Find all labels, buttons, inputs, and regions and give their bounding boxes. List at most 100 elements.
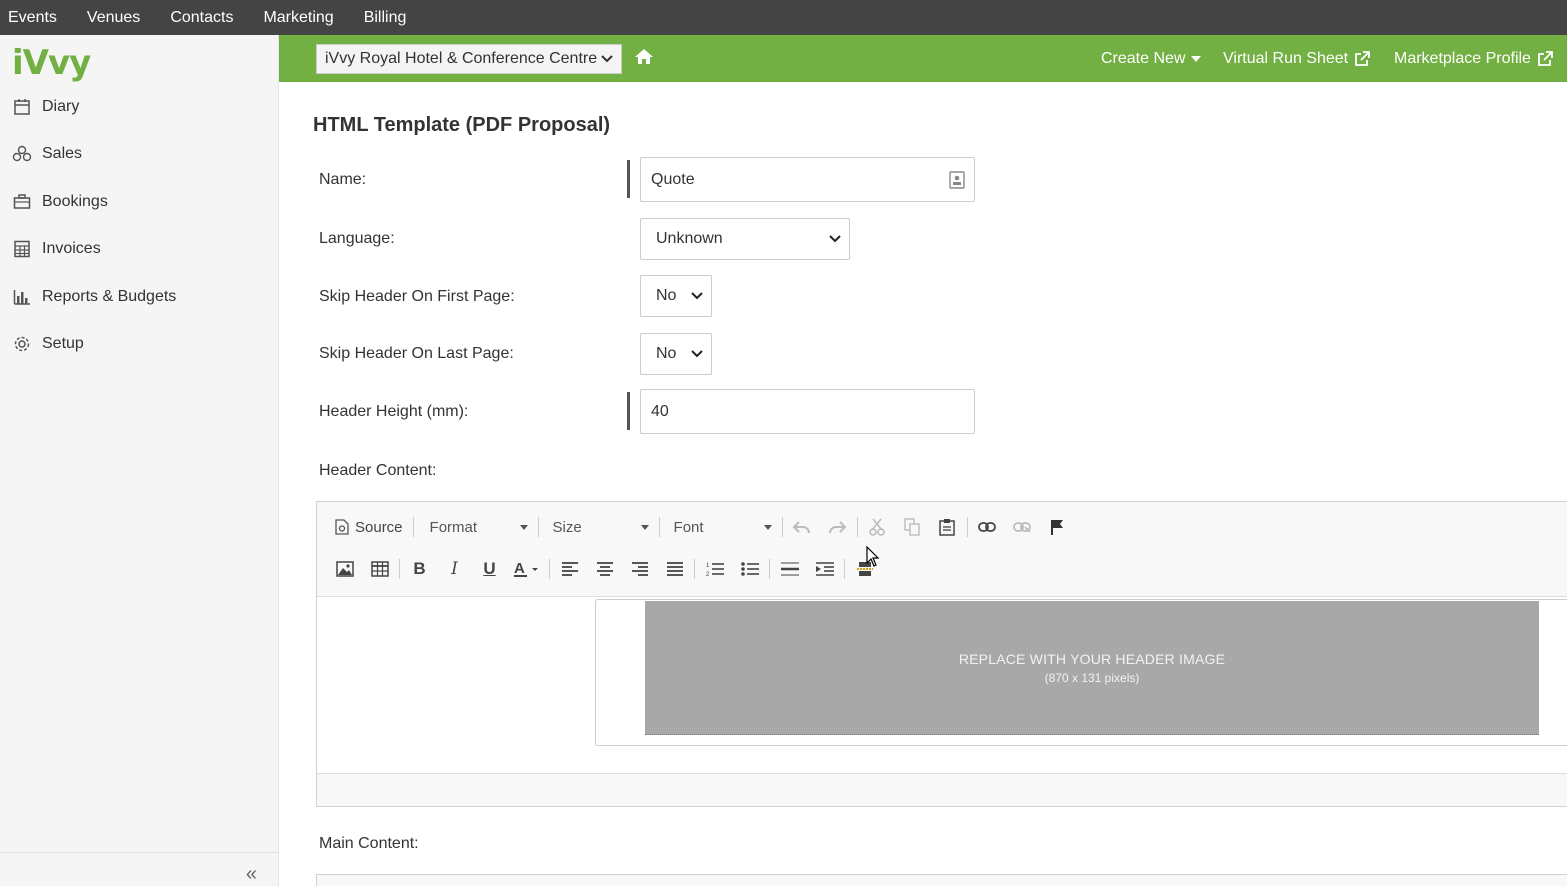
skip-header-last-select[interactable]: No [640,333,712,375]
italic-icon: I [451,559,458,579]
header-image-placeholder[interactable]: REPLACE WITH YOUR HEADER IMAGE (870 x 13… [645,601,1539,735]
horizontal-rule-icon [781,561,799,577]
toolbar-separator [659,517,660,537]
link-button[interactable] [970,512,1005,542]
nav-contacts[interactable]: Contacts [155,0,248,35]
top-navigation: Events Venues Contacts Marketing Billing [0,0,1567,35]
font-label: Font [674,519,704,536]
venue-select[interactable]: iVvy Royal Hotel & Conference Centre [316,44,622,74]
source-label: Source [355,519,403,536]
header-content-edit-area[interactable]: REPLACE WITH YOUR HEADER IMAGE (870 x 13… [317,596,1567,774]
caret-down-icon [520,525,528,530]
sidebar-item-setup[interactable]: Setup [12,329,84,359]
skip-last-label: Skip Header On Last Page: [319,345,514,363]
main-content-editor [316,874,1567,886]
image-button[interactable] [327,554,362,584]
toolbar-separator [967,517,968,537]
create-new-dropdown[interactable]: Create New [1101,35,1201,82]
redo-icon [828,520,846,534]
skip-last-value: No [656,345,676,363]
header-height-field[interactable]: 40 [640,389,975,434]
size-label: Size [553,519,582,536]
name-field[interactable]: Quote [640,157,975,202]
skip-first-label: Skip Header On First Page: [319,288,515,306]
placeholder-dimensions: (870 x 131 pixels) [1045,671,1140,685]
horizontal-rule-button[interactable] [772,554,807,584]
sidebar-item-bookings[interactable]: Bookings [12,187,108,217]
unlink-button[interactable] [1005,512,1040,542]
calculator-icon [12,239,32,259]
nav-events[interactable]: Events [0,0,72,35]
align-center-icon [597,562,613,576]
table-button[interactable] [362,554,397,584]
source-icon [335,519,349,535]
external-link-icon [1537,51,1553,67]
sales-icon [12,144,32,164]
name-field-value: Quote [651,171,695,189]
ivvy-logo[interactable]: iVvy [12,43,90,83]
format-label: Format [430,519,478,536]
nav-billing[interactable]: Billing [349,0,422,35]
undo-icon [793,520,811,534]
sidebar-item-label: Sales [42,145,82,163]
bullet-list-button[interactable] [732,554,767,584]
virtual-run-sheet-link[interactable]: Virtual Run Sheet [1223,35,1370,82]
create-new-label: Create New [1101,37,1185,81]
sidebar-item-reports-budgets[interactable]: Reports & Budgets [12,282,176,312]
size-combo[interactable]: Size [541,513,657,541]
bold-button[interactable]: B [402,554,437,584]
toolbar-separator [857,517,858,537]
align-left-button[interactable] [552,554,587,584]
underline-button[interactable]: U [472,554,507,584]
redo-button[interactable] [820,512,855,542]
toolbar-separator [694,559,695,579]
flag-icon [1050,519,1064,535]
language-select-value: Unknown [656,230,723,248]
gear-icon [12,334,32,354]
venue-bar: iVvy Royal Hotel & Conference Centre Cre… [279,35,1567,82]
editor-toolbar-row-1: Source Format Size Font [317,507,1075,547]
font-combo[interactable]: Font [662,513,780,541]
italic-button[interactable]: I [437,554,472,584]
sidebar-collapse-bar: « [0,852,279,886]
image-icon [336,561,354,577]
anchor-button[interactable] [1040,512,1075,542]
copy-button[interactable] [895,512,930,542]
language-select[interactable]: Unknown [640,218,850,260]
format-combo[interactable]: Format [416,513,536,541]
toolbar-separator [399,559,400,579]
skip-header-first-select[interactable]: No [640,275,712,317]
indent-button[interactable] [807,554,842,584]
paste-icon [939,518,955,536]
briefcase-icon [12,192,32,212]
align-center-button[interactable] [587,554,622,584]
mouse-cursor-icon [866,546,880,568]
placeholder-title: REPLACE WITH YOUR HEADER IMAGE [959,651,1225,667]
toolbar-separator [782,517,783,537]
marketplace-profile-link[interactable]: Marketplace Profile [1394,35,1553,82]
undo-button[interactable] [785,512,820,542]
marketplace-label: Marketplace Profile [1394,37,1531,81]
align-right-button[interactable] [622,554,657,584]
nav-marketing[interactable]: Marketing [248,0,348,35]
sidebar-item-sales[interactable]: Sales [12,139,82,169]
sidebar-item-label: Reports & Budgets [42,288,176,306]
numbered-list-button[interactable]: 12 [697,554,732,584]
paste-button[interactable] [930,512,965,542]
collapse-sidebar-button[interactable]: « [246,863,257,886]
home-icon[interactable] [634,48,654,68]
bar-chart-icon [12,287,32,307]
source-button[interactable]: Source [317,512,411,542]
sidebar-item-diary[interactable]: Diary [12,92,79,122]
justify-button[interactable] [657,554,692,584]
underline-icon: U [483,559,495,579]
toolbar-separator [538,517,539,537]
sidebar-item-invoices[interactable]: Invoices [12,234,101,264]
nav-venues[interactable]: Venues [72,0,155,35]
text-color-button[interactable]: A [507,554,547,584]
indent-icon [816,562,834,576]
run-sheet-label: Virtual Run Sheet [1223,37,1348,81]
cut-button[interactable] [860,512,895,542]
chevron-down-icon [691,350,703,358]
caret-down-icon [1191,56,1201,62]
